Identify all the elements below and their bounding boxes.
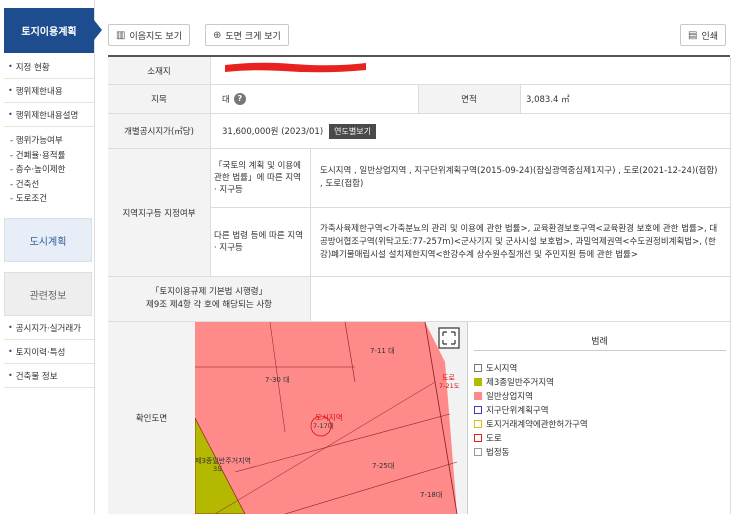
jimok-header: 지목 xyxy=(108,85,210,113)
zoom-icon: ⊕ xyxy=(213,29,222,41)
sidebar-item-designation[interactable]: • 지정 현황 xyxy=(4,55,94,79)
svg-text:도시지역: 도시지역 xyxy=(315,412,343,422)
price-value: 31,600,000원 (2023/01) 연도별보기 xyxy=(222,114,622,148)
svg-text:제3종일반주거지역: 제3종일반주거지역 xyxy=(195,456,251,465)
bullet-icon: • xyxy=(8,110,13,119)
legend-title: 범례 xyxy=(591,337,608,347)
svg-text:7-17대: 7-17대 xyxy=(313,422,334,430)
bullet-icon: • xyxy=(8,347,13,356)
legend-swatch xyxy=(474,434,482,442)
bullet-icon: • xyxy=(8,371,13,380)
sidebar-sub-item[interactable]: - 도로조건 xyxy=(10,192,94,207)
print-button[interactable]: ▤ 인쇄 xyxy=(680,24,727,46)
map-header: 확인도면 xyxy=(108,322,195,514)
legend-swatch xyxy=(474,420,482,428)
sidebar-header[interactable]: 토지이용계획 xyxy=(4,8,94,53)
sidebar-sub-item[interactable]: - 층수·높이제한 xyxy=(10,163,94,178)
sidebar: 토지이용계획 • 지정 현황 • 행위제한내용 • 행위제한내용설명 - 행위가능여부… xyxy=(0,0,102,514)
sidebar-item-building-info[interactable]: • 건축물 정보 xyxy=(4,364,94,388)
bullet-icon: • xyxy=(8,323,13,332)
printer-icon: ▤ xyxy=(688,29,698,41)
legend-item: 일반상업지역 xyxy=(474,390,533,402)
land-use-map[interactable]: 7-11 대 7-30 대 도로 7-21도 도시지역 7-17대 제3종일반주… xyxy=(195,322,467,514)
svg-text:도로: 도로 xyxy=(442,374,455,382)
location-header: 소재지 xyxy=(108,57,210,84)
svg-text:7-18대: 7-18대 xyxy=(420,491,442,499)
map-legend: 범례 도시지역 제3종일반주거지역 일반상업지역 지구단위계획구역 토지거래계약… xyxy=(467,322,730,514)
svg-text:7-30 대: 7-30 대 xyxy=(265,376,290,384)
redaction-mark xyxy=(225,62,366,73)
map-svg: 7-11 대 7-30 대 도로 7-21도 도시지역 7-17대 제3종일반주… xyxy=(195,322,467,514)
area-value: 3,083.4 ㎡ xyxy=(526,95,570,105)
legend-swatch xyxy=(474,378,482,386)
sidebar-item-land-history[interactable]: • 토지이력·특성 xyxy=(4,340,94,364)
help-icon[interactable]: ? xyxy=(233,93,246,105)
sidebar-sub-item[interactable]: - 건축선 xyxy=(10,178,94,193)
enforcement-header: 「토지이용규제 기본법 시행령」 제9조 제4항 각 호에 해당되는 사항 xyxy=(108,277,310,321)
svg-text:7-11 대: 7-11 대 xyxy=(370,347,395,355)
legend-swatch xyxy=(474,392,482,400)
legend-swatch xyxy=(474,406,482,414)
area-header: 면적 xyxy=(418,85,520,113)
legend-item: 토지거래계약에관한허가구역 xyxy=(474,418,588,430)
zone-law2-label: 다른 법령 등에 따른 지역 · 지구등 xyxy=(214,231,304,253)
zone-header: 지역지구등 지정여부 xyxy=(108,149,210,276)
map-view-button[interactable]: ▥ 이음지도 보기 xyxy=(108,24,190,46)
sidebar-item-land-price[interactable]: • 공시지가·실거래가 xyxy=(4,316,94,340)
svg-text:3도: 3도 xyxy=(213,465,223,473)
jimok-value: 대? xyxy=(222,85,412,113)
legend-item: 지구단위계획구역 xyxy=(474,404,549,416)
legend-swatch xyxy=(474,364,482,372)
sidebar-sub-item[interactable]: - 행위가능여부 xyxy=(10,134,94,149)
zone-law1-value: 도시지역 , 일반상업지역 , 지구단위계획구역(2015-09-24)(잠실광… xyxy=(320,166,718,189)
sidebar-item-restrictions[interactable]: • 행위제한내용 xyxy=(4,79,94,103)
legend-item: 도로 xyxy=(474,432,502,444)
zone-law2-value: 가축사육제한구역<가축분뇨의 관리 및 이용에 관한 법률>, 교육환경보호구역… xyxy=(320,223,718,260)
zone-law1-label: 「국토의 계획 및 이용에 관한 법률」에 따른 지역 · 지구등 xyxy=(214,161,301,195)
sidebar-sub-item[interactable]: - 건폐율·용적률 xyxy=(10,149,94,164)
legend-item: 도시지역 xyxy=(474,362,517,374)
price-header: 개별공시지가(㎡당) xyxy=(108,114,210,148)
yearly-view-button[interactable]: 연도별보기 xyxy=(329,123,376,139)
bullet-icon: • xyxy=(8,62,13,71)
legend-swatch xyxy=(474,448,482,456)
bullet-icon: • xyxy=(8,86,13,95)
city-plan-button[interactable]: 도시계획 xyxy=(4,218,92,262)
sidebar-sub-list: - 행위가능여부 - 건폐율·용적률 - 층수·높이제한 - 건축선 - 도로조… xyxy=(4,130,94,212)
svg-text:7-25대: 7-25대 xyxy=(372,462,394,470)
related-info-button[interactable]: 관련정보 xyxy=(4,272,92,316)
sidebar-header-arrow xyxy=(94,20,102,40)
svg-text:7-21도: 7-21도 xyxy=(439,382,460,390)
legend-item: 법정동 xyxy=(474,446,509,458)
sidebar-item-restriction-desc[interactable]: • 행위제한내용설명 xyxy=(4,103,94,127)
map-icon: ▥ xyxy=(116,29,126,41)
legend-item: 제3종일반주거지역 xyxy=(474,376,554,388)
zoom-view-button[interactable]: ⊕ 도면 크게 보기 xyxy=(205,24,289,46)
